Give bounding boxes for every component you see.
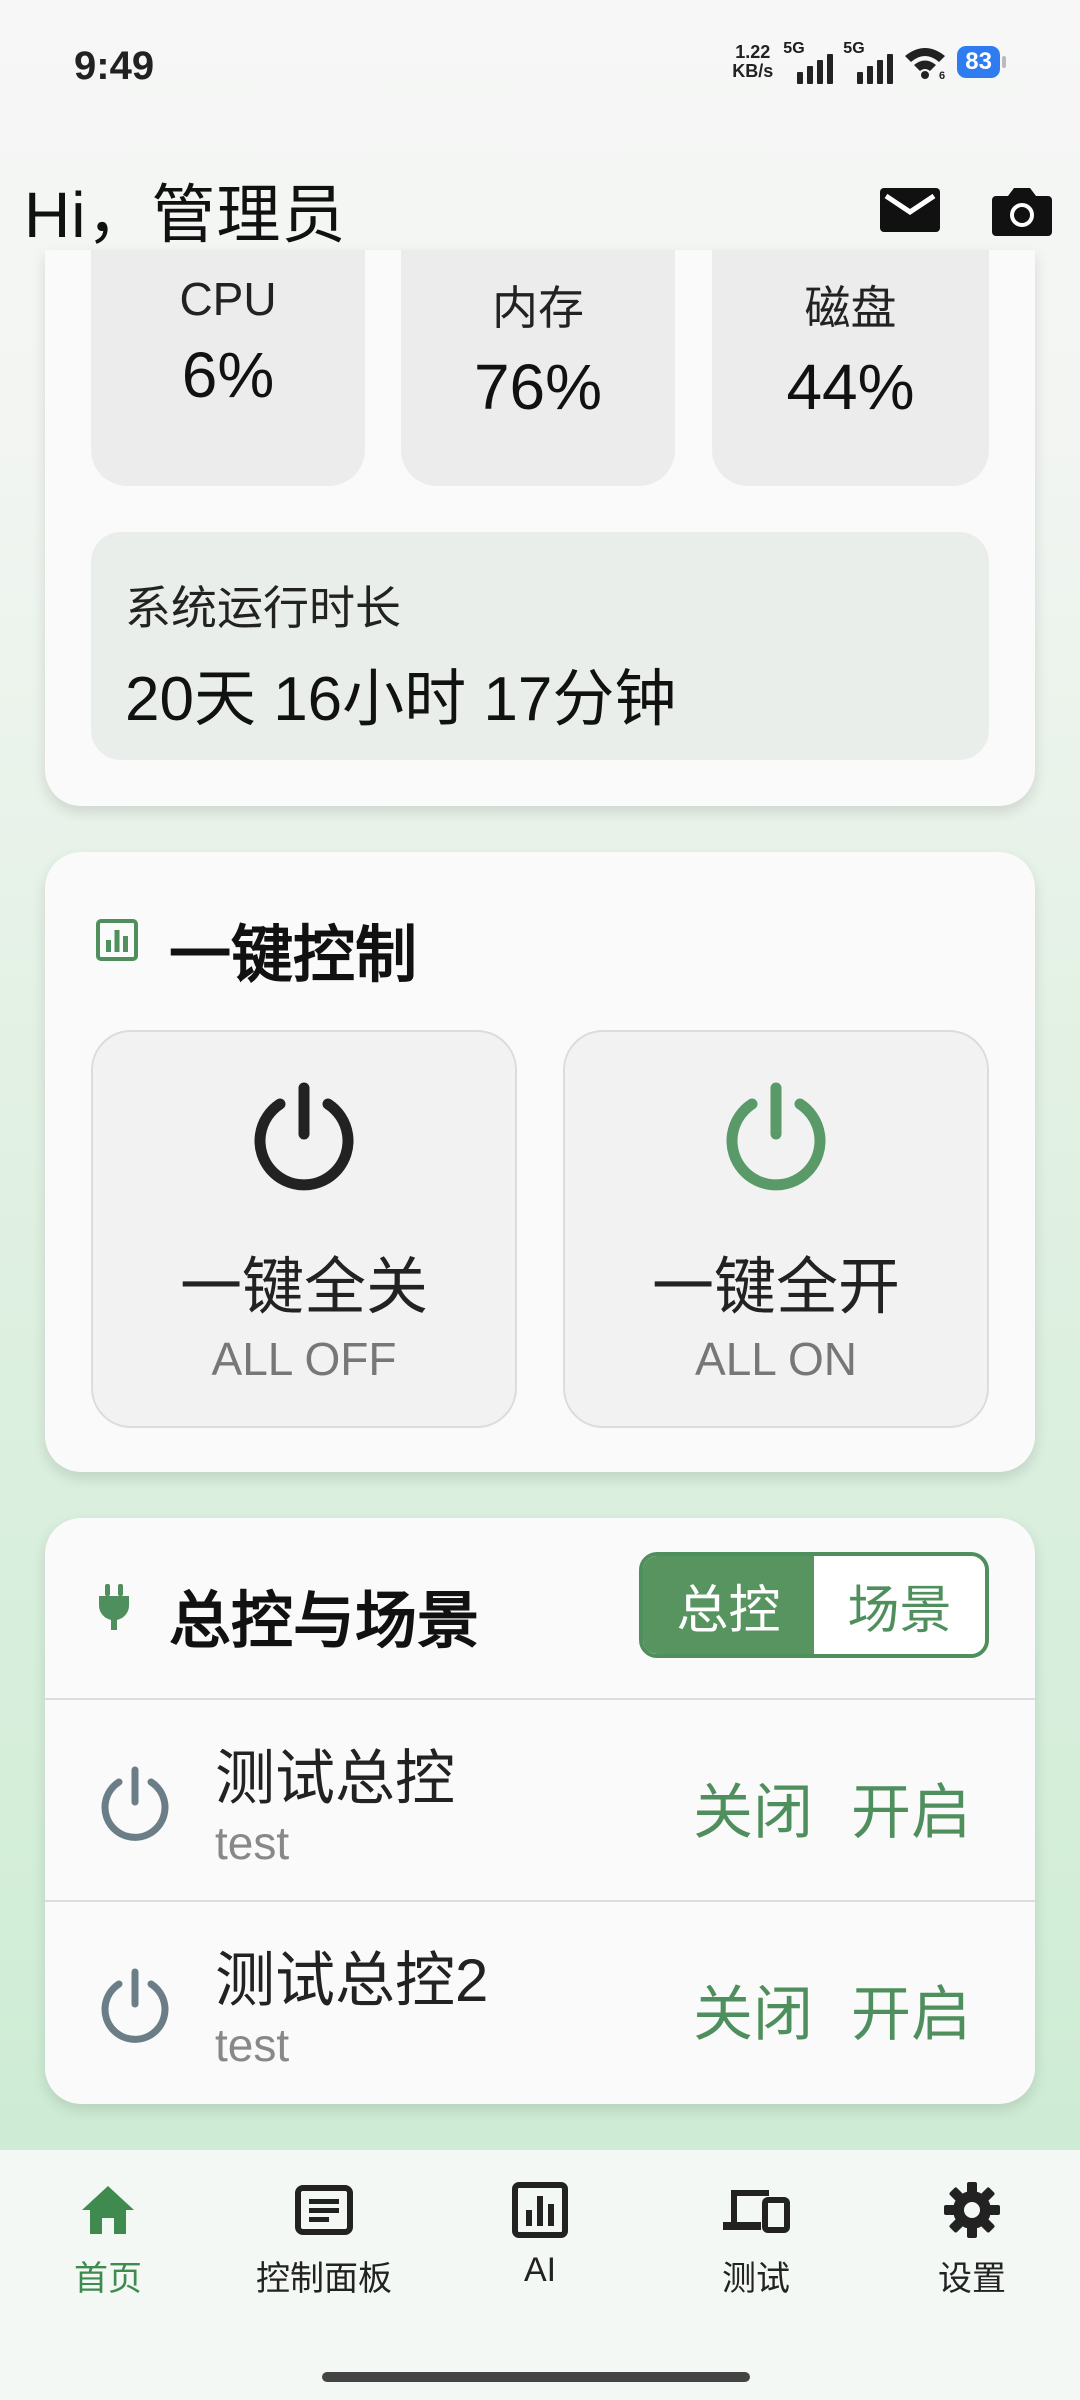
nav-item-settings[interactable]: 设置 xyxy=(872,2180,1072,2300)
power-icon xyxy=(101,1968,169,2043)
memory-label: 内存 xyxy=(492,282,584,334)
mail-icon[interactable] xyxy=(878,178,942,242)
item-desc: test xyxy=(215,1817,290,1869)
wifi-sub-label: 6 xyxy=(939,70,945,80)
master-title: 总控与场景 xyxy=(169,1587,480,1656)
master-scene-card: 总控与场景 总控 场景 测试总控 test 关闭 开启 测试总控2 test 关… xyxy=(45,1518,1035,2104)
signal-1-label: 5G xyxy=(783,40,805,57)
wifi-icon: 6 xyxy=(905,48,945,80)
all-off-button[interactable]: 一键全关 ALL OFF xyxy=(91,1030,517,1428)
item-name: 测试总控 xyxy=(215,1745,455,1812)
all-on-label: 一键全开 xyxy=(651,1253,900,1322)
nav-label: AI xyxy=(523,2251,557,2289)
greeting-title: Hi，管理员 xyxy=(24,179,347,251)
power-icon xyxy=(101,1766,169,1841)
uptime-value: 20天 16小时 17分钟 xyxy=(125,665,677,734)
power-icon xyxy=(726,1082,826,1191)
close-button[interactable]: 关闭 xyxy=(693,1764,813,1851)
signal-2-icon: 5G xyxy=(843,40,894,84)
status-icons: 1.22 KB/s 5G 5G 6 83 xyxy=(732,40,1006,84)
quick-control-card: 一键控制 一键全关 ALL OFF 一键全开 ALL ON xyxy=(45,852,1035,1472)
nav-label: 测试 xyxy=(722,2260,790,2298)
open-button[interactable]: 开启 xyxy=(851,1764,971,1851)
chart-icon xyxy=(512,2182,568,2238)
item-name: 测试总控2 xyxy=(215,1947,489,2014)
system-status-card: CPU 6% 内存 76% 磁盘 44% 系统运行时长 20天 16小时 17分… xyxy=(45,250,1035,806)
signal-2-label: 5G xyxy=(843,40,865,57)
nav-label: 设置 xyxy=(938,2260,1006,2298)
tab-master[interactable]: 总控 xyxy=(643,1556,814,1654)
nav-item-panel[interactable]: 控制面板 xyxy=(224,2180,424,2300)
plug-icon xyxy=(99,1584,129,1630)
cpu-label: CPU xyxy=(179,273,277,325)
all-on-sub: ALL ON xyxy=(695,1333,857,1385)
disk-value: 44% xyxy=(786,351,915,423)
open-button[interactable]: 开启 xyxy=(851,1966,971,2053)
nav-item-home[interactable]: 首页 xyxy=(8,2180,208,2300)
nav-item-test[interactable]: 测试 xyxy=(656,2180,856,2300)
tab-scene[interactable]: 场景 xyxy=(814,1556,985,1654)
uptime-label: 系统运行时长 xyxy=(125,582,401,634)
nav-label: 首页 xyxy=(74,2260,142,2298)
nav-label: 控制面板 xyxy=(256,2260,392,2298)
bottom-nav: 首页 控制面板 AI 测试 设置 xyxy=(0,2150,1080,2400)
camera-icon[interactable] xyxy=(990,178,1054,242)
home-indicator[interactable] xyxy=(322,2372,750,2382)
devices-icon xyxy=(723,2190,790,2233)
close-button[interactable]: 关闭 xyxy=(693,1966,813,2053)
status-time: 9:49 xyxy=(74,44,155,88)
list-item: 测试总控 test 关闭 开启 xyxy=(45,1698,1035,1902)
memory-value: 76% xyxy=(473,351,603,423)
memory-tile: 内存 76% xyxy=(401,250,675,486)
master-scene-toggle: 总控 场景 xyxy=(639,1552,989,1658)
nav-item-ai[interactable]: AI xyxy=(440,2180,640,2290)
speed-value: 1.22 xyxy=(735,42,771,62)
all-off-label: 一键全关 xyxy=(179,1253,428,1322)
battery-icon: 83 xyxy=(957,46,1006,78)
chart-icon xyxy=(96,919,138,961)
speed-unit: KB/s xyxy=(732,61,774,81)
list-item: 测试总控2 test 关闭 开启 xyxy=(45,1900,1035,2104)
cpu-value: 6% xyxy=(181,339,275,411)
item-desc: test xyxy=(215,2019,290,2071)
network-speed: 1.22 KB/s xyxy=(732,43,773,81)
all-on-button[interactable]: 一键全开 ALL ON xyxy=(563,1030,989,1428)
uptime-panel: 系统运行时长 20天 16小时 17分钟 xyxy=(91,532,989,760)
quick-control-title: 一键控制 xyxy=(169,921,418,990)
status-bar: 9:49 1.22 KB/s 5G 5G 6 83 xyxy=(0,0,1080,140)
gear-icon xyxy=(944,2182,1000,2238)
signal-1-icon: 5G xyxy=(783,40,834,84)
disk-label: 磁盘 xyxy=(804,282,897,334)
panel-icon xyxy=(295,2185,353,2235)
all-off-sub: ALL OFF xyxy=(211,1333,397,1385)
power-icon xyxy=(254,1082,354,1191)
home-icon xyxy=(82,2186,134,2234)
cpu-tile: CPU 6% xyxy=(91,250,365,486)
disk-tile: 磁盘 44% xyxy=(712,250,989,486)
